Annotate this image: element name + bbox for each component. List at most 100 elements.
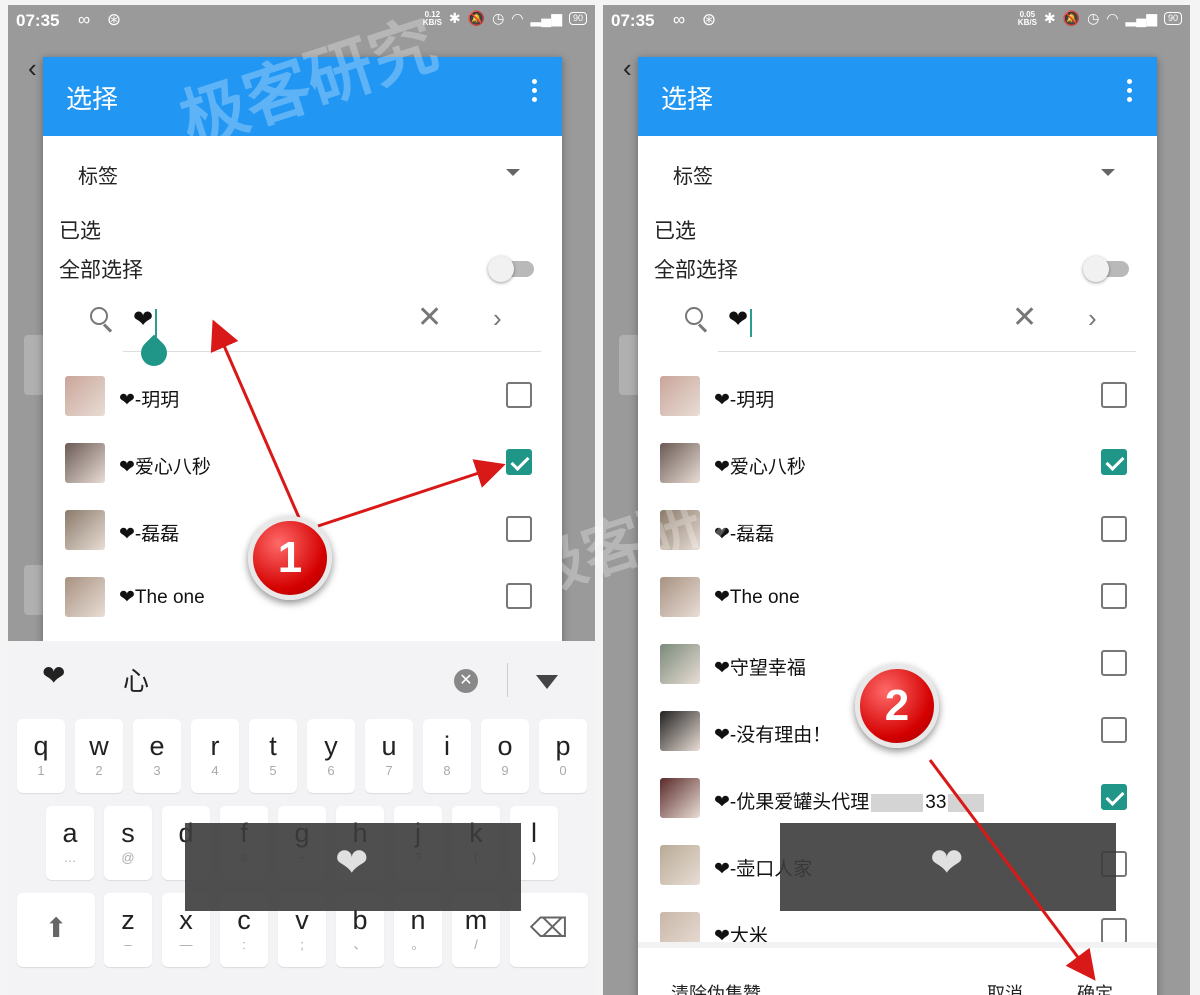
collapse-keyboard-icon[interactable] (536, 675, 558, 689)
search-bar: ❤ ✕ › (678, 297, 1138, 349)
avatar (660, 778, 700, 818)
divider (507, 663, 508, 697)
wifi-icon: ◠ (511, 10, 524, 26)
text-cursor (155, 309, 157, 337)
key-y[interactable]: y6 (307, 719, 355, 793)
bluetooth-icon: ✱ (448, 10, 461, 26)
checkbox-checked[interactable] (1101, 449, 1127, 475)
key-p[interactable]: p0 (539, 719, 587, 793)
phone-screen-left: 07:35 ∞ ⊛ 0.12 KB/S ✱ 🔕 ◷ ◠ ▂▄▆ 90 ‹ 选择 标… (8, 5, 595, 995)
clear-fake-likes-button[interactable]: 清除伪集赞 (671, 980, 761, 995)
checkbox[interactable] (1101, 918, 1127, 944)
avatar (660, 845, 700, 885)
alarm-icon: ◷ (1087, 10, 1100, 26)
battery-icon: 90 (1163, 12, 1182, 25)
soft-keyboard: ❤ 心 ✕ q1w2e3r4t5y6u7i8o9p0a…s@df#g~hj?k(… (8, 641, 595, 995)
checkbox[interactable] (1101, 516, 1127, 542)
contact-row[interactable]: ❤-玥玥 (43, 363, 562, 430)
dialog-title: 选择 (66, 84, 119, 114)
avatar (65, 376, 105, 416)
confirm-button[interactable]: 确定 (1077, 980, 1113, 995)
search-underline (718, 351, 1136, 352)
kebab-icon[interactable] (532, 79, 538, 105)
kebab-icon[interactable] (1127, 79, 1133, 105)
contact-row[interactable]: ❤-优果爱罐头代理 33 (638, 765, 1157, 832)
contact-name: ❤-优果爱罐头代理 33 (714, 787, 986, 814)
mute-icon: 🔕 (1062, 10, 1081, 26)
dialog-footer: 清除伪集赞 取消 确定 (638, 942, 1157, 995)
heart-icon: ❤ (335, 841, 369, 885)
tag-dropdown[interactable]: 标签 (638, 157, 1157, 193)
key-r[interactable]: r4 (191, 719, 239, 793)
text-cursor (750, 309, 752, 337)
back-icon[interactable]: ‹ (623, 53, 632, 84)
cancel-button[interactable]: 取消 (987, 980, 1023, 995)
battery-icon: 90 (568, 12, 587, 25)
wifi-icon: ◠ (1106, 10, 1119, 26)
contact-name: ❤-磊磊 (119, 524, 180, 545)
key-preview-popup: ❤ (185, 823, 521, 911)
backspace-key[interactable]: ⌫ (510, 893, 588, 967)
contact-name: ❤守望幸福 (714, 658, 806, 679)
step-one-badge: 1 (248, 516, 332, 600)
chevron-right-icon[interactable]: › (493, 305, 502, 331)
checkbox-checked[interactable] (1101, 784, 1127, 810)
checkbox[interactable] (506, 583, 532, 609)
key-t[interactable]: t5 (249, 719, 297, 793)
caret-down-icon (1101, 169, 1115, 176)
search-input[interactable]: ❤ (728, 305, 748, 334)
close-icon[interactable]: ✕ (1012, 303, 1037, 333)
checkbox[interactable] (1101, 583, 1127, 609)
contact-name: ❤The one (714, 587, 800, 608)
signal-icon: ▂▄▆ (530, 10, 562, 26)
suggestion-item[interactable]: ❤ (42, 659, 65, 692)
search-icon (685, 307, 709, 333)
contact-name: ❤The one (119, 587, 205, 608)
checkbox[interactable] (1101, 382, 1127, 408)
checkbox[interactable] (506, 382, 532, 408)
selected-label: 已选 (654, 220, 696, 243)
back-icon[interactable]: ‹ (28, 53, 37, 84)
status-bar: 07:35 ∞ ⊛ 0.05 KB/S ✱ 🔕 ◷ ◠ ▂▄▆ 90 (603, 5, 1190, 37)
key-i[interactable]: i8 (423, 719, 471, 793)
checkbox-checked[interactable] (506, 449, 532, 475)
contact-row[interactable]: ❤-玥玥 (638, 363, 1157, 430)
avatar (660, 577, 700, 617)
avatar (660, 711, 700, 751)
checkbox[interactable] (1101, 650, 1127, 676)
key-z[interactable]: z – (104, 893, 152, 967)
avatar (65, 577, 105, 617)
dialog-header: 选择 (638, 57, 1157, 136)
tag-dropdown[interactable]: 标签 (43, 157, 562, 193)
chevron-right-icon[interactable]: › (1088, 305, 1097, 331)
status-time: 07:35 (611, 11, 655, 30)
key-preview-popup: ❤ (780, 823, 1116, 911)
heart-icon: ❤ (930, 841, 964, 885)
shift-key[interactable]: ⬆ (17, 893, 95, 967)
close-icon[interactable]: ✕ (417, 303, 442, 333)
search-input[interactable]: ❤ (133, 305, 153, 334)
select-all-toggle[interactable] (1083, 256, 1129, 282)
key-s[interactable]: s @ (104, 806, 152, 880)
select-all-label: 全部选择 (654, 259, 738, 282)
key-a[interactable]: a… (46, 806, 94, 880)
key-e[interactable]: e3 (133, 719, 181, 793)
key-o[interactable]: o9 (481, 719, 529, 793)
select-all-toggle[interactable] (488, 256, 534, 282)
contact-name: ❤-没有理由！ (714, 725, 832, 746)
contact-row[interactable]: ❤爱心八秒 (43, 430, 562, 497)
checkbox[interactable] (1101, 717, 1127, 743)
clear-suggestion-icon[interactable]: ✕ (454, 669, 478, 693)
contact-name: ❤-玥玥 (714, 390, 775, 411)
key-u[interactable]: u7 (365, 719, 413, 793)
key-q[interactable]: q1 (17, 719, 65, 793)
caret-down-icon (506, 169, 520, 176)
mute-icon: 🔕 (467, 10, 486, 26)
key-w[interactable]: w2 (75, 719, 123, 793)
redacted-block (948, 793, 985, 812)
avatar (65, 443, 105, 483)
select-all-label: 全部选择 (59, 259, 143, 282)
suggestion-item[interactable]: 心 (123, 661, 149, 698)
status-left-icons: ∞ ⊛ (78, 10, 128, 29)
contact-row[interactable]: ❤The one (638, 564, 1157, 631)
